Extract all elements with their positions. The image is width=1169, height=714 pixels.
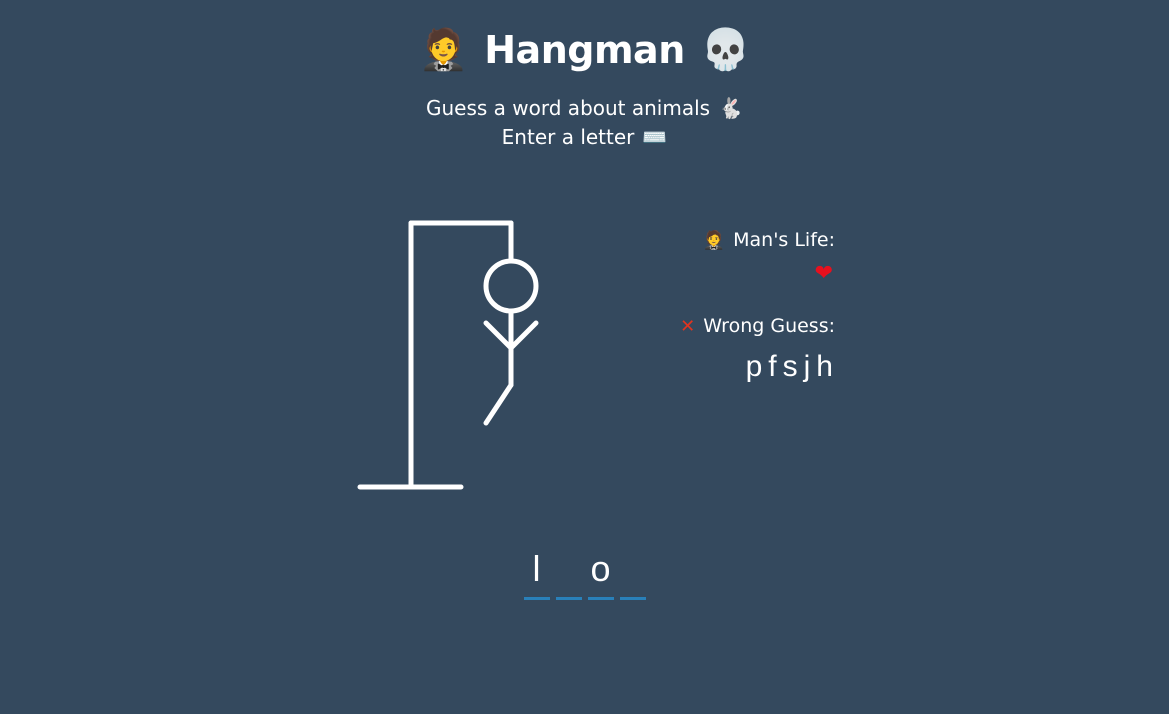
keyboard-icon: ⌨️ (642, 125, 668, 149)
hangman-left-arm (483, 320, 514, 351)
life-label-row: 🤵 Man's Life: (560, 226, 835, 254)
hint-text: Guess a word about animals (426, 96, 711, 120)
letter-slot-3: o (587, 545, 614, 600)
hangman-left-leg (483, 382, 514, 426)
subtitle: Guess a word about animals 🐇 Enter a let… (0, 94, 1169, 152)
instruction-text: Enter a letter (501, 125, 635, 149)
rabbit-icon: 🐇 (718, 96, 743, 120)
hangman-head (483, 258, 539, 314)
hangman-right-arm (508, 320, 539, 351)
page-title: Hangman (484, 28, 685, 72)
letter-slot-2 (555, 545, 582, 600)
hint-line: Guess a word about animals 🐇 (0, 94, 1169, 123)
word-display: l o (0, 545, 1169, 600)
cross-mark-icon: ✕ (680, 315, 696, 337)
skull-icon: 💀 (700, 27, 751, 73)
header: 🤵 Hangman 💀 Guess a word about animals 🐇… (0, 22, 1169, 152)
wrong-letters: pfsjh (745, 350, 839, 383)
wrong-label-row: ✕ Wrong Guess: (560, 312, 835, 340)
instruction-line: Enter a letter ⌨️ (0, 123, 1169, 152)
man-in-tuxedo-icon: 🤵 (702, 229, 726, 251)
man-in-tuxedo-icon: 🤵 (418, 27, 469, 73)
letter-slot-1: l (523, 545, 550, 600)
hangman-drawing (357, 220, 539, 490)
title-row: 🤵 Hangman 💀 (0, 22, 1169, 78)
wrong-guess-label: Wrong Guess: (703, 315, 835, 337)
heart-icon: ❤ (814, 261, 833, 286)
game-status-panel: 🤵 Man's Life: ❤ ✕ Wrong Guess: pfsjh (560, 226, 835, 384)
letter-slot-4 (619, 545, 646, 600)
life-label: Man's Life: (733, 229, 835, 251)
